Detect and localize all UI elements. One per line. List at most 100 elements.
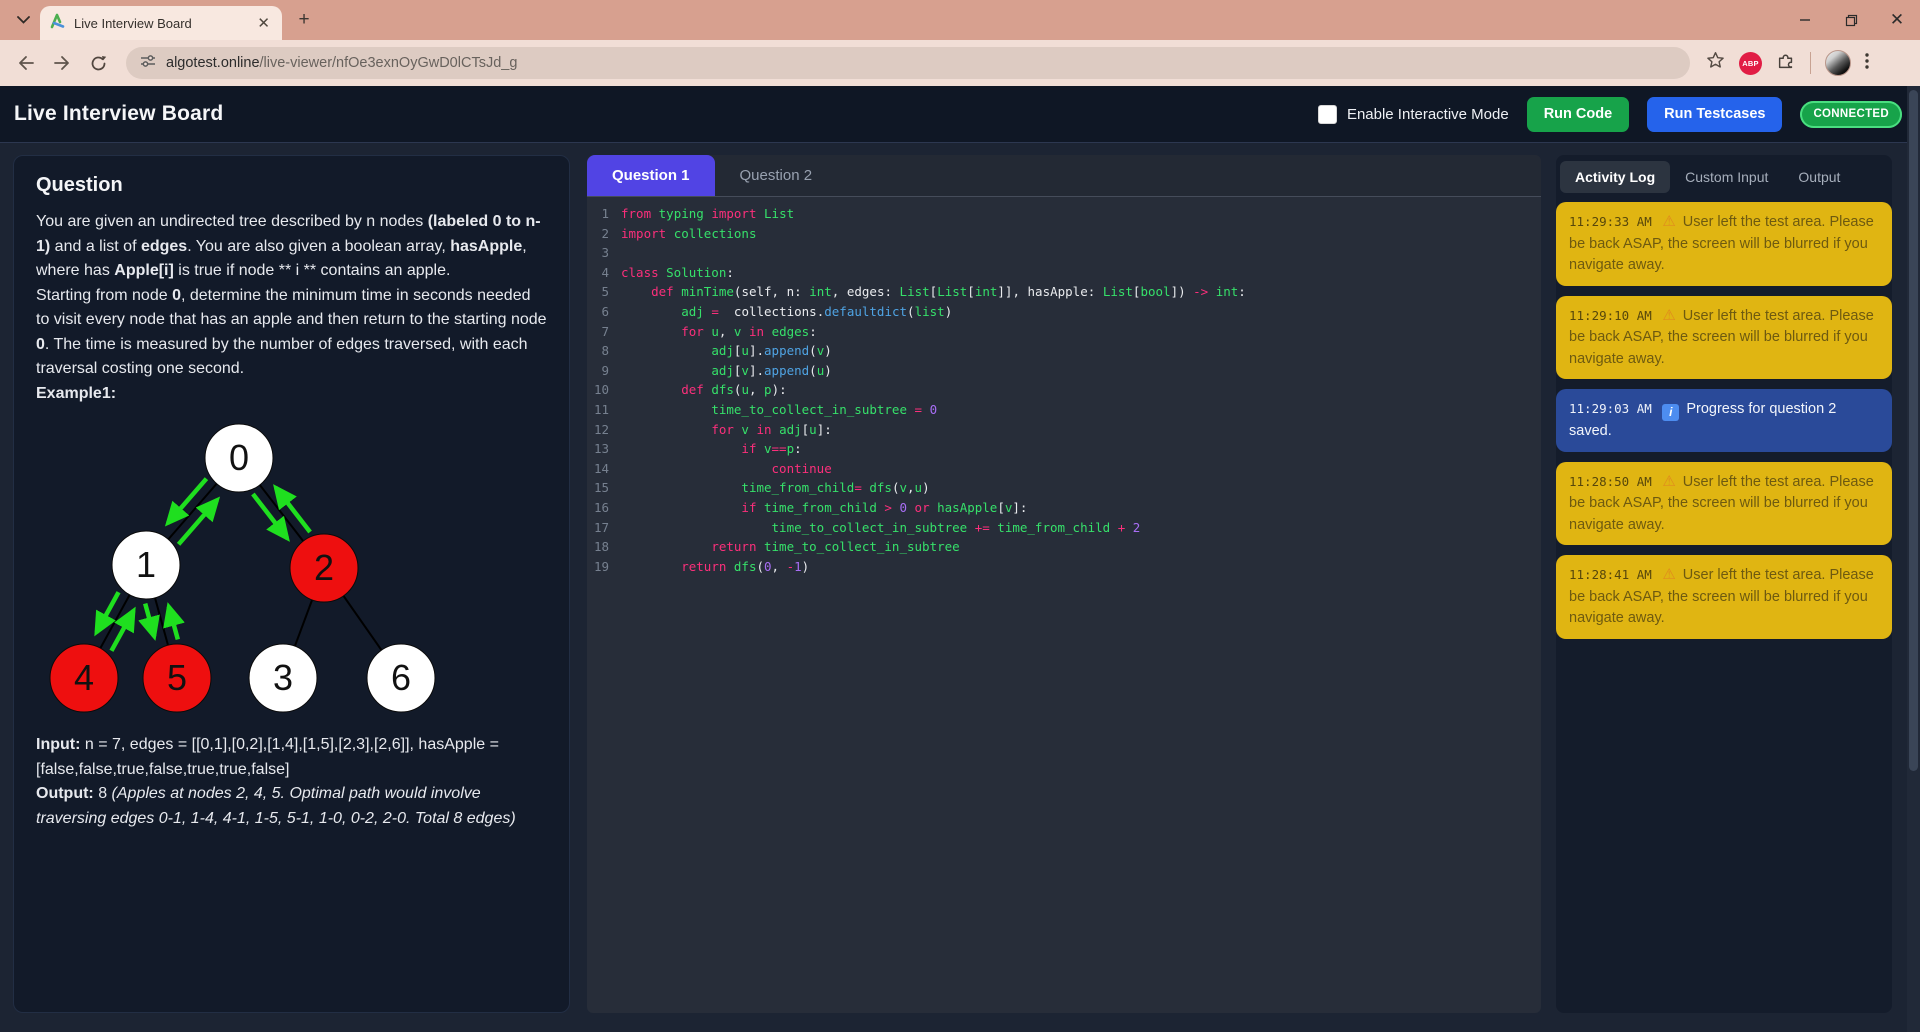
question-panel: Question You are given an undirected tre… [13, 155, 570, 1013]
page-title: Live Interview Board [14, 102, 223, 126]
tree-node-1: 1 [112, 531, 180, 599]
site-settings-icon[interactable] [140, 53, 156, 74]
app-header: Live Interview Board Enable Interactive … [0, 86, 1920, 143]
run-testcases-button[interactable]: Run Testcases [1647, 97, 1782, 132]
code-line[interactable]: 12 for v in adj[u]: [587, 420, 1541, 440]
bookmark-star-icon[interactable] [1706, 51, 1725, 75]
code-editor[interactable]: 1from typing import List2import collecti… [587, 197, 1541, 576]
code-line[interactable]: 11 time_to_collect_in_subtree = 0 [587, 400, 1541, 420]
activity-log-list: 11:29:33 AM ⚠ User left the test area. P… [1556, 202, 1892, 639]
browser-tab[interactable]: Live Interview Board ✕ [40, 6, 282, 40]
new-tab-button[interactable]: + [290, 6, 318, 34]
browser-toolbar: algotest.online/live-viewer/nfOe3exnOyGw… [0, 40, 1920, 86]
tree-node-4: 4 [50, 644, 118, 712]
line-number: 4 [587, 263, 621, 283]
line-number: 10 [587, 380, 621, 400]
code-line[interactable]: 2import collections [587, 224, 1541, 244]
screen: Live Interview Board ✕ + ✕ [0, 0, 1920, 1032]
tab-search-button[interactable] [10, 7, 36, 33]
main-content: Question You are given an undirected tre… [13, 155, 1892, 1013]
adblock-extension-icon[interactable]: ABP [1739, 52, 1762, 75]
warning-icon: ⚠ [1659, 213, 1678, 230]
toolbar-separator [1810, 52, 1811, 74]
code-line[interactable]: 16 if time_from_child > 0 or hasApple[v]… [587, 498, 1541, 518]
warning-icon: ⚠ [1659, 566, 1678, 583]
favicon-algotest-icon [50, 13, 66, 34]
tab-question-2[interactable]: Question 2 [715, 155, 838, 196]
question-paragraph: You are given an undirected tree describ… [36, 210, 547, 284]
browser-menu-icon[interactable] [1865, 53, 1869, 74]
svg-text:0: 0 [229, 437, 249, 478]
tab-activity-log[interactable]: Activity Log [1560, 161, 1670, 193]
code-line[interactable]: 14 continue [587, 459, 1541, 479]
code-line[interactable]: 1from typing import List [587, 204, 1541, 224]
code-line[interactable]: 19 return dfs(0, -1) [587, 557, 1541, 577]
code-text [621, 243, 629, 263]
reload-icon[interactable] [82, 47, 114, 79]
interactive-mode-label: Enable Interactive Mode [1347, 106, 1509, 123]
tab-custom-input[interactable]: Custom Input [1670, 161, 1783, 193]
code-line[interactable]: 4class Solution: [587, 263, 1541, 283]
code-text: for u, v in edges: [621, 322, 817, 342]
question-heading: Question [36, 174, 547, 197]
code-line[interactable]: 3 [587, 243, 1541, 263]
code-text: if v==p: [621, 439, 802, 459]
tree-node-3: 3 [249, 644, 317, 712]
line-number: 8 [587, 341, 621, 361]
profile-avatar[interactable] [1825, 50, 1851, 76]
tab-close-icon[interactable]: ✕ [255, 16, 272, 31]
code-line[interactable]: 6 adj = collections.defaultdict(list) [587, 302, 1541, 322]
svg-text:2: 2 [314, 547, 334, 588]
line-number: 7 [587, 322, 621, 342]
code-text: return time_to_collect_in_subtree [621, 537, 960, 557]
svg-text:6: 6 [391, 657, 411, 698]
log-timestamp: 11:29:10 AM [1569, 308, 1659, 323]
svg-text:4: 4 [74, 657, 94, 698]
run-code-button[interactable]: Run Code [1527, 97, 1629, 132]
code-line[interactable]: 7 for u, v in edges: [587, 322, 1541, 342]
code-line[interactable]: 5 def minTime(self, n: int, edges: List[… [587, 282, 1541, 302]
code-text: return dfs(0, -1) [621, 557, 809, 577]
code-line[interactable]: 10 def dfs(u, p): [587, 380, 1541, 400]
log-timestamp: 11:28:41 AM [1569, 567, 1659, 582]
line-number: 9 [587, 361, 621, 381]
url-path: /live-viewer/nfOe3exnOyGwD0lCTsJd_g [260, 55, 518, 71]
window-close-button[interactable]: ✕ [1874, 0, 1920, 40]
code-text: class Solution: [621, 263, 734, 283]
code-line[interactable]: 9 adj[v].append(u) [587, 361, 1541, 381]
code-line[interactable]: 8 adj[u].append(v) [587, 341, 1541, 361]
line-number: 11 [587, 400, 621, 420]
code-line[interactable]: 18 return time_to_collect_in_subtree [587, 537, 1541, 557]
code-line[interactable]: 17 time_to_collect_in_subtree += time_fr… [587, 518, 1541, 538]
page-scrollbar[interactable] [1907, 86, 1920, 1032]
forward-icon[interactable] [46, 47, 78, 79]
code-text: time_to_collect_in_subtree += time_from_… [621, 518, 1140, 538]
line-number: 6 [587, 302, 621, 322]
code-text: if time_from_child > 0 or hasApple[v]: [621, 498, 1027, 518]
code-line[interactable]: 15 time_from_child= dfs(v,u) [587, 478, 1541, 498]
log-entry-warning: 11:28:50 AM ⚠ User left the test area. P… [1556, 462, 1892, 546]
tree-node-5: 5 [143, 644, 211, 712]
tab-question-1[interactable]: Question 1 [587, 155, 715, 196]
url-bar[interactable]: algotest.online/live-viewer/nfOe3exnOyGw… [126, 47, 1690, 79]
back-icon[interactable] [10, 47, 42, 79]
line-number: 12 [587, 420, 621, 440]
line-number: 17 [587, 518, 621, 538]
browser-tabstrip: Live Interview Board ✕ + ✕ [0, 0, 1920, 40]
line-number: 18 [587, 537, 621, 557]
tab-output[interactable]: Output [1783, 161, 1855, 193]
interactive-mode-checkbox[interactable] [1318, 105, 1337, 124]
line-number: 2 [587, 224, 621, 244]
log-entry-info: 11:29:03 AM i Progress for question 2 sa… [1556, 389, 1892, 452]
window-restore-button[interactable] [1828, 0, 1874, 40]
line-number: 15 [587, 478, 621, 498]
tree-node-0: 0 [205, 424, 273, 492]
extensions-puzzle-icon[interactable] [1776, 51, 1796, 76]
code-text: def minTime(self, n: int, edges: List[Li… [621, 282, 1246, 302]
activity-panel: Activity Log Custom Input Output 11:29:3… [1556, 155, 1892, 1013]
code-text: time_to_collect_in_subtree = 0 [621, 400, 937, 420]
window-minimize-button[interactable] [1782, 0, 1828, 40]
line-number: 5 [587, 282, 621, 302]
code-line[interactable]: 13 if v==p: [587, 439, 1541, 459]
tree-node-2: 2 [290, 534, 358, 602]
